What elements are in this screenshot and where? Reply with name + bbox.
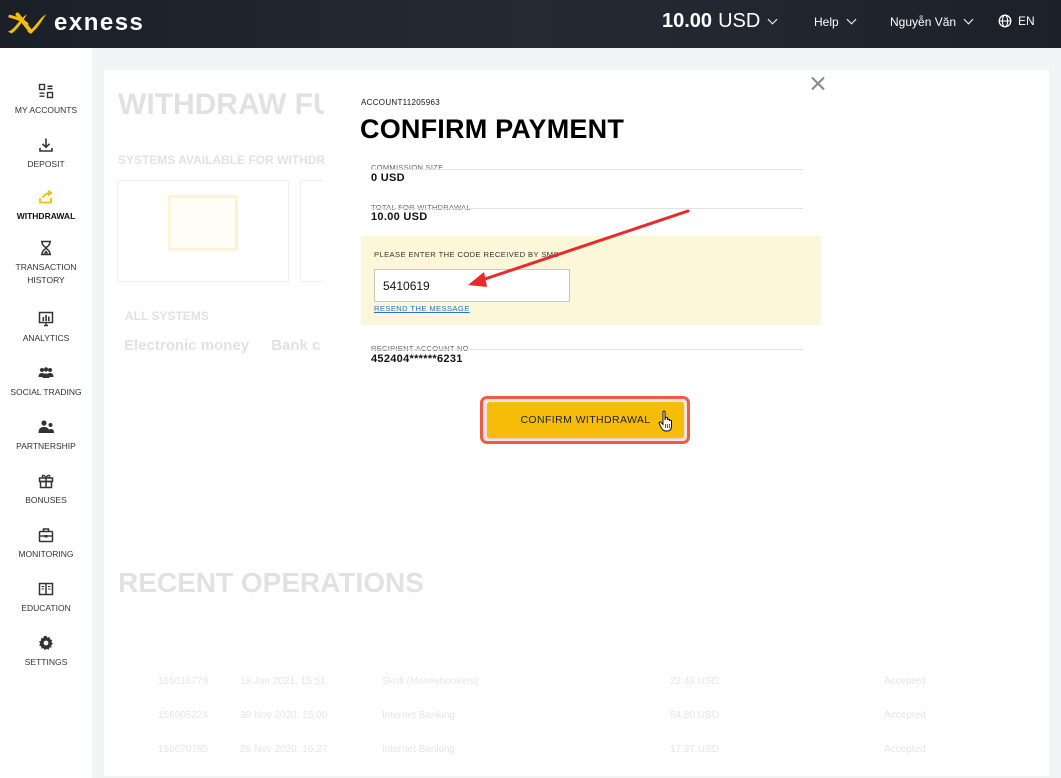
sms-code-input[interactable] xyxy=(374,269,570,302)
sidebar-item-settings[interactable]: SETTINGS xyxy=(4,626,88,676)
card-thumbnail xyxy=(168,195,238,251)
hourglass-icon xyxy=(39,239,53,257)
balance-currency: USD xyxy=(718,10,761,32)
close-icon[interactable] xyxy=(808,74,828,94)
systems-subtitle: SYSTEMS AVAILABLE FOR WITHDR xyxy=(118,153,326,167)
hand-cursor-icon xyxy=(658,410,672,432)
divider xyxy=(371,169,803,170)
balance-selector[interactable]: 10.00 USD xyxy=(662,10,778,33)
balance-amount: 10.00 xyxy=(662,10,713,32)
gift-icon xyxy=(38,472,54,490)
sidebar-item-label: PARTNERSHIP xyxy=(16,440,76,451)
sidebar-item-label: DEPOSIT xyxy=(27,158,65,169)
globe-icon xyxy=(998,14,1012,28)
payment-system-card[interactable] xyxy=(300,180,324,282)
tab-bank[interactable]: Bank c xyxy=(271,337,320,354)
sidebar-item-monitoring[interactable]: MONITORING xyxy=(4,518,88,568)
sidebar-item-label: SETTINGS xyxy=(24,656,68,667)
sidebar-item-label: TRANSACTION HISTORY xyxy=(15,262,77,285)
tab-electronic-money[interactable]: Electronic money xyxy=(124,337,249,354)
book-icon xyxy=(38,580,54,598)
language-selector[interactable]: EN xyxy=(998,14,1035,28)
sms-code-label: PLEASE ENTER THE CODE RECEIVED BY SMS xyxy=(374,250,560,259)
people-icon xyxy=(37,364,55,382)
sidebar-item-bonuses[interactable]: BONUSES xyxy=(4,464,88,514)
confirm-withdrawal-button[interactable]: CONFIRM WITHDRAWAL xyxy=(487,402,684,438)
chevron-down-icon xyxy=(846,14,857,25)
sidebar-item-my-accounts[interactable]: MY ACCOUNTS xyxy=(4,74,88,124)
help-menu[interactable]: Help xyxy=(814,14,857,29)
resend-message-link[interactable]: RESEND THE MESSAGE xyxy=(374,304,470,313)
page-title: WITHDRAW FU xyxy=(118,88,335,121)
sidebar-item-label: ANALYTICS xyxy=(22,332,70,343)
download-icon xyxy=(38,136,54,154)
commission-label: COMMISSION SIZE xyxy=(371,163,444,172)
sidebar-item-social-trading[interactable]: SOCIAL TRADING xyxy=(4,356,88,406)
commission-value: 0 USD xyxy=(371,172,405,184)
chevron-down-icon xyxy=(767,14,778,24)
all-systems-heading: ALL SYSTEMS xyxy=(125,309,209,323)
exness-logo[interactable]: exness xyxy=(6,8,144,38)
sidebar-item-label: EDUCATION xyxy=(21,602,71,613)
dialog-title: CONFIRM PAYMENT xyxy=(360,114,625,144)
sidebar-item-label: BONUSES xyxy=(25,494,67,505)
recent-operations-title: RECENT OPERATIONS xyxy=(118,567,424,598)
total-value: 10.00 USD xyxy=(371,211,428,223)
top-bar: exness 10.00 USD Help Nguyễn Văn EN xyxy=(0,0,1061,48)
sidebar-item-label: SOCIAL TRADING xyxy=(10,386,82,397)
chevron-down-icon xyxy=(963,14,974,25)
partner-icon xyxy=(37,418,55,436)
user-menu[interactable]: Nguyễn Văn xyxy=(890,14,974,29)
upload-icon xyxy=(37,188,55,206)
gear-icon xyxy=(38,634,54,652)
briefcase-icon xyxy=(38,526,54,544)
system-tabs: Electronic money Bank c xyxy=(124,337,320,354)
sidebar-item-label: MY ACCOUNTS xyxy=(14,104,78,115)
sidebar: MY ACCOUNTS DEPOSIT WITHDRAWAL TRANSACTI… xyxy=(0,48,92,778)
sidebar-item-transaction-history[interactable]: TRANSACTION HISTORY xyxy=(4,238,88,288)
help-label: Help xyxy=(814,15,839,29)
sidebar-item-deposit[interactable]: DEPOSIT xyxy=(4,128,88,178)
chart-icon xyxy=(38,310,54,328)
sidebar-item-label: MONITORING xyxy=(18,548,74,559)
sidebar-item-education[interactable]: EDUCATION xyxy=(4,572,88,622)
sidebar-item-withdrawal[interactable]: WITHDRAWAL xyxy=(4,180,88,230)
sidebar-item-partnership[interactable]: PARTNERSHIP xyxy=(4,410,88,460)
brand-name: exness xyxy=(54,9,145,36)
sidebar-item-analytics[interactable]: ANALYTICS xyxy=(4,302,88,352)
user-name: Nguyễn Văn xyxy=(890,15,957,29)
exness-logo-icon xyxy=(7,12,47,34)
recipient-value: 452404******6231 xyxy=(371,353,463,365)
account-number: ACCOUNT11205963 xyxy=(361,98,441,107)
sidebar-item-label: WITHDRAWAL xyxy=(16,210,76,221)
divider xyxy=(371,208,803,209)
payment-system-card[interactable] xyxy=(117,180,289,282)
grid-icon xyxy=(38,82,54,100)
divider xyxy=(371,349,803,350)
language-label: EN xyxy=(1018,14,1035,28)
